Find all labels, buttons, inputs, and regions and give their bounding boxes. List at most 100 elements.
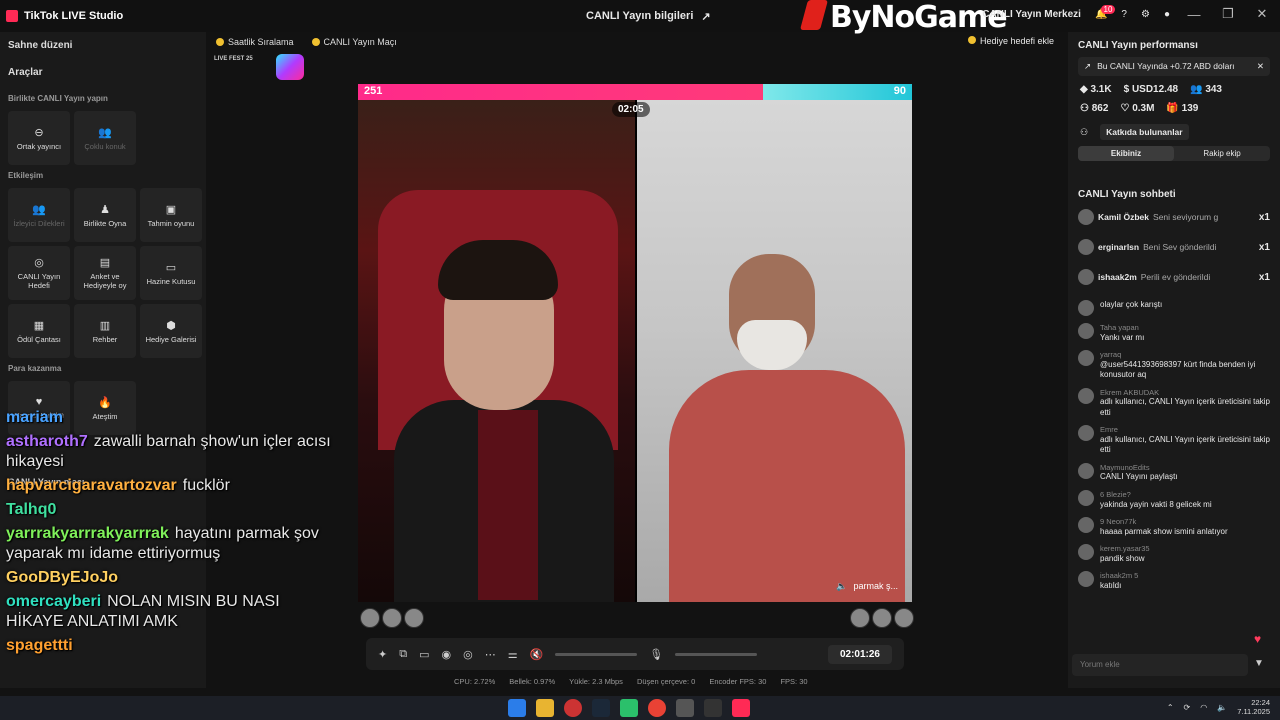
send-icon[interactable]: ▼ xyxy=(1254,658,1264,669)
chat-text: katıldı xyxy=(1100,581,1122,591)
avatar[interactable] xyxy=(1078,425,1094,442)
chat-user[interactable]: yarraq xyxy=(1100,350,1270,360)
avatar[interactable] xyxy=(1078,350,1094,367)
tool-live-goal[interactable]: ◎ CANLI Yayın Hedefi xyxy=(8,246,70,300)
chat-text: adlı kullanıcı, CANLI Yayın içerik üreti… xyxy=(1100,434,1270,455)
tool-play-together[interactable]: ♟ Birlikte Oyna xyxy=(74,188,136,242)
live-fest-icon[interactable] xyxy=(276,54,304,80)
tool-treasure-box[interactable]: ▭ Hazine Kutusu xyxy=(140,246,202,300)
sync-icon[interactable]: ⟳ xyxy=(1184,703,1191,712)
avatar[interactable] xyxy=(1078,462,1094,479)
supporter-avatar[interactable] xyxy=(382,608,402,628)
tool-multi-guest[interactable]: 👥 Çoklu konuk xyxy=(74,111,136,165)
steam-icon[interactable] xyxy=(592,699,610,717)
hourly-rank-chip[interactable]: Saatlik Sıralama xyxy=(212,34,298,50)
tool-gift-gallery[interactable]: ⬢ Hediye Galerisi xyxy=(140,304,202,358)
gift-user[interactable]: erginarlsn xyxy=(1098,242,1139,252)
chat-user[interactable]: Emre xyxy=(1100,425,1270,435)
supporter-avatar[interactable] xyxy=(872,608,892,628)
mic-slider[interactable] xyxy=(675,652,758,656)
overlay-chat-user: omercayberi xyxy=(6,593,102,610)
scene-layout-title[interactable]: Sahne düzeni xyxy=(8,40,198,51)
target-icon: ◎ xyxy=(34,257,44,269)
chat-message: ishaak2m 5 katıldı xyxy=(1078,571,1270,591)
chrome-icon[interactable] xyxy=(648,699,666,717)
chat-user[interactable]: kerem.yasar35 xyxy=(1100,544,1270,554)
maximize-button[interactable]: ❐ xyxy=(1218,6,1238,22)
layout-icon[interactable]: ⧉ xyxy=(399,648,407,661)
supporter-avatar[interactable] xyxy=(360,608,380,628)
help-icon[interactable]: ? xyxy=(1121,9,1127,20)
supporter-avatar[interactable] xyxy=(894,608,914,628)
avatar[interactable] xyxy=(1078,300,1094,316)
avatar[interactable] xyxy=(1078,517,1094,534)
camera-app-icon[interactable] xyxy=(676,699,694,717)
contributors-button[interactable]: Katkıda bulunanlar xyxy=(1100,124,1189,140)
minimize-button[interactable]: — xyxy=(1184,7,1204,22)
mute-icon[interactable]: 🔇 xyxy=(530,648,544,661)
mixer-icon[interactable]: ⚌ xyxy=(508,648,518,661)
add-user-icon[interactable]: ⚇ xyxy=(1080,127,1088,138)
speaker-icon[interactable]: 🔈 xyxy=(836,581,847,592)
score-bar: 251 90 xyxy=(358,84,912,100)
tab-rival-team[interactable]: Rakip ekip xyxy=(1174,146,1270,161)
avatar[interactable] xyxy=(1078,323,1094,339)
chevron-up-icon[interactable]: ⌃ xyxy=(1167,703,1174,712)
live-info-button[interactable]: CANLI Yayın bilgileri ↗ xyxy=(586,10,711,23)
followers-metric: ⚇ 862 xyxy=(1080,103,1109,114)
live-match-chip[interactable]: CANLI Yayın Maçı xyxy=(308,34,401,50)
overlay-chat-user: mariam xyxy=(6,409,63,426)
chat-user[interactable]: 9 Neon77k xyxy=(1100,517,1270,527)
magic-wand-icon[interactable]: ✦ xyxy=(378,648,387,661)
tool-prediction-game[interactable]: ▣ Tahmin oyunu xyxy=(140,188,202,242)
record-icon[interactable]: ◉ xyxy=(441,648,451,661)
close-icon[interactable]: ✕ xyxy=(1257,61,1264,72)
comment-input[interactable]: Yorum ekle xyxy=(1072,654,1248,676)
more-icon[interactable]: ⋯ xyxy=(485,648,496,661)
chat-user[interactable]: ishaak2m 5 xyxy=(1100,571,1270,581)
start-icon[interactable] xyxy=(508,699,526,717)
notification-bell-icon[interactable]: 🔔 10 xyxy=(1095,4,1116,20)
camera-icon[interactable]: ◎ xyxy=(463,648,473,661)
wifi-icon[interactable]: ◠ xyxy=(1200,703,1207,712)
browser-icon[interactable] xyxy=(564,699,582,717)
settings-gear-icon[interactable]: ⚙ xyxy=(1141,9,1150,20)
upload-stat: Yükle: 2.3 Mbps xyxy=(569,677,623,686)
gift-user[interactable]: Kamil Özbek xyxy=(1098,212,1149,222)
folder-icon[interactable] xyxy=(536,699,554,717)
avatar[interactable] xyxy=(1078,571,1094,588)
tool-co-host[interactable]: ⊖ Ortak yayıncı xyxy=(8,111,70,165)
chat-user[interactable]: Ekrem AKBUDAK xyxy=(1100,388,1270,398)
supporter-avatar[interactable] xyxy=(404,608,424,628)
chat-user[interactable]: MaymunoEdits xyxy=(1100,463,1270,473)
avatar[interactable] xyxy=(1078,544,1094,561)
clock[interactable]: 22:24 7.11.2025 xyxy=(1237,698,1270,716)
chat-user[interactable]: 6 Blezie? xyxy=(1100,490,1270,500)
tab-my-team[interactable]: Ekibiniz xyxy=(1078,146,1174,161)
tool-viewer-wishes[interactable]: 👥 İzleyici Dilekleri xyxy=(8,188,70,242)
supporter-avatar[interactable] xyxy=(850,608,870,628)
heart-icon[interactable]: ♥ xyxy=(1254,632,1261,646)
volume-slider[interactable] xyxy=(555,652,638,656)
volume-icon[interactable]: 🔈 xyxy=(1217,703,1227,712)
screen-icon[interactable]: ▭ xyxy=(419,648,429,661)
guest-label: 🔈 parmak ş... xyxy=(836,581,898,592)
avatar[interactable] xyxy=(1078,489,1094,506)
chat-app-icon[interactable] xyxy=(620,699,638,717)
live-center-button[interactable]: CANLI Yayın Merkezi xyxy=(982,9,1081,20)
tool-reward-bag[interactable]: ▦ Ödül Çantası xyxy=(8,304,70,358)
gift-user[interactable]: ishaak2m xyxy=(1098,272,1137,282)
tool-poll[interactable]: ▤ Anket ve Hediyeyle oy xyxy=(74,246,136,300)
chat-message-body: ishaak2m 5 katıldı xyxy=(1100,571,1270,591)
add-gift-goal-button[interactable]: Hediye hedefi ekle xyxy=(968,36,1054,46)
mic-icon[interactable]: 🎙 xyxy=(649,648,663,661)
team-tabs: Ekibiniz Rakip ekip xyxy=(1078,146,1270,161)
close-button[interactable]: ✕ xyxy=(1252,6,1272,22)
avatar[interactable]: ● xyxy=(1164,9,1170,20)
chat-user[interactable]: Taha yapan xyxy=(1100,323,1270,333)
chat-message-body: Taha yapan Yankı var mı xyxy=(1100,323,1270,343)
tiktok-studio-icon[interactable] xyxy=(732,699,750,717)
avatar[interactable] xyxy=(1078,387,1094,404)
app-icon[interactable] xyxy=(704,699,722,717)
tool-guide[interactable]: ▥ Rehber xyxy=(74,304,136,358)
